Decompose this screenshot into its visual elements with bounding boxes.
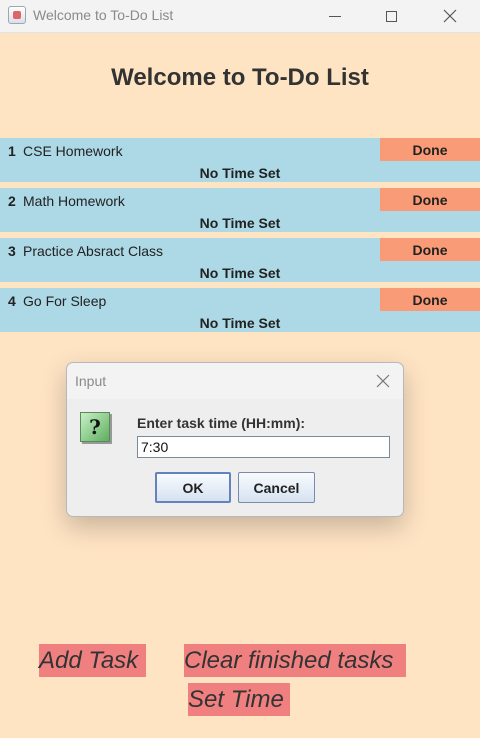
- task-time: No Time Set: [199, 165, 281, 181]
- dialog-close-button[interactable]: [371, 369, 395, 393]
- set-time-button[interactable]: Set Time: [188, 683, 290, 716]
- add-task-button[interactable]: Add Task: [39, 644, 146, 677]
- task-row: 2 Math Homework Done No Time Set: [0, 188, 480, 232]
- task-row: 3 Practice Absract Class Done No Time Se…: [0, 238, 480, 282]
- page-title: Welcome to To-Do List: [111, 64, 369, 91]
- task-index: 1: [8, 143, 16, 159]
- close-icon: [376, 374, 390, 388]
- task-row: 4 Go For Sleep Done No Time Set: [0, 288, 480, 332]
- cancel-button[interactable]: Cancel: [238, 472, 315, 503]
- done-button[interactable]: Done: [380, 138, 480, 161]
- done-button[interactable]: Done: [380, 238, 480, 261]
- window-titlebar: Welcome to To-Do List: [0, 0, 480, 33]
- dialog-prompt: Enter task time (HH:mm):: [137, 415, 306, 431]
- task-name: Practice Absract Class: [23, 243, 164, 259]
- java-app-icon: [8, 6, 26, 24]
- task-time: No Time Set: [199, 215, 281, 231]
- close-window-button[interactable]: [421, 0, 479, 32]
- task-row: 1 CSE Homework Done No Time Set: [0, 138, 480, 182]
- close-icon: [443, 9, 457, 23]
- ok-button[interactable]: OK: [155, 472, 231, 503]
- dialog-title: Input: [75, 373, 107, 389]
- task-index: 3: [8, 243, 16, 259]
- maximize-button[interactable]: [362, 0, 420, 32]
- window-title: Welcome to To-Do List: [33, 7, 174, 23]
- task-name: CSE Homework: [23, 143, 123, 159]
- task-name: Math Homework: [23, 193, 125, 209]
- task-index: 4: [8, 293, 16, 309]
- task-time: No Time Set: [199, 265, 281, 281]
- minimize-icon: [329, 15, 341, 17]
- task-name: Go For Sleep: [23, 293, 107, 309]
- done-button[interactable]: Done: [380, 188, 480, 211]
- question-icon: ?: [80, 412, 110, 442]
- task-index: 2: [8, 193, 16, 209]
- input-dialog: Input ? Enter task time (HH:mm): OK Canc…: [66, 362, 404, 517]
- clear-finished-tasks-button[interactable]: Clear finished tasks: [184, 644, 406, 677]
- maximize-icon: [385, 10, 397, 22]
- minimize-button[interactable]: [306, 0, 364, 32]
- task-time: No Time Set: [199, 315, 281, 331]
- dialog-titlebar: Input: [67, 363, 403, 399]
- done-button[interactable]: Done: [380, 288, 480, 311]
- task-time-input[interactable]: [137, 436, 390, 458]
